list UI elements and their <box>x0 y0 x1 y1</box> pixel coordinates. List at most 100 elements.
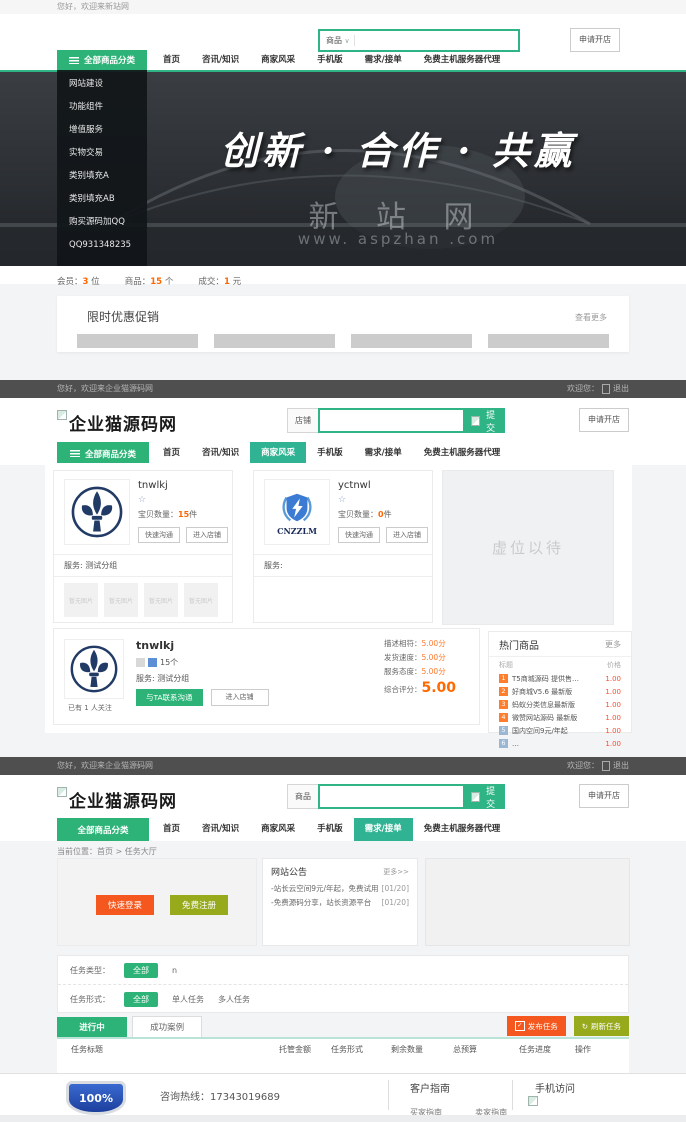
seller-detail-card: 已有 1 人关注 tnwlkj 15个 服务: 测试分组 与TA联系沟通 进入店… <box>53 628 480 725</box>
breadcrumb: 当前位置：首页 > 任务大厅 <box>57 846 157 857</box>
shop-avatar[interactable]: CNZZLM <box>264 479 330 545</box>
seller-avatar[interactable] <box>64 639 124 699</box>
notice-more-link[interactable]: 更多>> <box>383 867 409 877</box>
apply-shop-button[interactable]: 申请开店 <box>570 28 620 52</box>
search-category-select[interactable]: 店铺 <box>287 408 318 433</box>
nav-tab-mobile[interactable]: 手机版 <box>306 50 354 70</box>
refresh-task-button[interactable]: ↻刷新任务 <box>574 1016 629 1036</box>
hot-product-row[interactable]: 5国内空间9元/年起1.00 <box>489 724 631 737</box>
hot-product-row[interactable]: 3蚂蚁分类信息最新版1.00 <box>489 698 631 711</box>
shop-name[interactable]: yctnwl <box>338 480 371 491</box>
hot-product-row[interactable]: 4微赞网站源码 最新版1.00 <box>489 711 631 724</box>
category-item[interactable]: 类别填充A <box>57 165 147 188</box>
enter-shop-button[interactable]: 进入店铺 <box>186 527 228 543</box>
nav-tab-home[interactable]: 首页 <box>152 442 191 465</box>
guarantee-badge: 100% <box>66 1081 126 1115</box>
im-icon-blue[interactable] <box>148 658 157 667</box>
nav-tab-news[interactable]: 咨讯/知识 <box>191 818 250 841</box>
promo-item-placeholder[interactable] <box>214 334 335 348</box>
column-header: 任务形式 <box>331 1044 363 1055</box>
service-group[interactable]: 测试分组 <box>157 674 189 683</box>
breadcrumb-home-link[interactable]: 首页 <box>97 847 113 856</box>
service-group[interactable]: 测试分组 <box>85 561 117 570</box>
thumbnail-placeholder[interactable]: 暂无图片 <box>184 583 218 617</box>
notice-item[interactable]: -站长云空间9元/年起，免费试用[01/20] <box>263 882 417 896</box>
nav-tab-home[interactable]: 首页 <box>152 818 191 841</box>
tab-success-cases[interactable]: 成功案例 <box>132 1016 202 1038</box>
filter-option[interactable]: 多人任务 <box>218 994 250 1005</box>
thumbnail-placeholder[interactable]: 暂无图片 <box>64 583 98 617</box>
publish-task-button[interactable]: ✓发布任务 <box>507 1016 566 1036</box>
star-icon: ☆ <box>338 495 346 505</box>
tab-in-progress[interactable]: 进行中 <box>57 1017 127 1039</box>
enter-shop-button[interactable]: 进入店铺 <box>211 689 269 706</box>
all-categories-button[interactable]: 全部商品分类 <box>57 50 147 70</box>
column-header: 任务进度 <box>519 1044 551 1055</box>
contact-seller-button[interactable]: 与TA联系沟通 <box>136 689 203 706</box>
nav-tab-demand[interactable]: 需求/接单 <box>354 442 413 465</box>
promo-item-placeholder[interactable] <box>351 334 472 348</box>
category-item[interactable]: 功能组件 <box>57 96 147 119</box>
category-item[interactable]: 增值服务 <box>57 119 147 142</box>
search-input[interactable] <box>318 408 465 433</box>
nav-tab-shops[interactable]: 商家风采 <box>250 818 306 841</box>
category-item[interactable]: 网站建设 <box>57 73 147 96</box>
search-category-select[interactable]: 商品 ∨ <box>320 35 355 46</box>
category-item[interactable]: 购买源码加QQ <box>57 211 147 234</box>
filter-all-pill[interactable]: 全部 <box>124 992 158 1007</box>
search-input[interactable] <box>318 784 465 809</box>
hot-product-row[interactable]: 6…1.00 <box>489 737 631 750</box>
search-submit-button[interactable]: 提交 <box>465 408 505 433</box>
nav-tab-agent[interactable]: 免费主机服务器代理 <box>413 818 512 841</box>
all-categories-button[interactable]: 全部商品分类 <box>57 442 149 465</box>
nav-tab-news[interactable]: 咨讯/知识 <box>191 442 250 465</box>
search-category-select[interactable]: 商品 <box>287 784 318 809</box>
quick-login-button[interactable]: 快速登录 <box>96 895 154 915</box>
nav-tab-mobile[interactable]: 手机版 <box>306 442 354 465</box>
nav-tab-demand[interactable]: 需求/接单 <box>354 50 413 70</box>
logout-link[interactable]: 退出 <box>613 384 629 393</box>
enter-shop-button[interactable]: 进入店铺 <box>386 527 428 543</box>
thumbnail-placeholder[interactable]: 暂无图片 <box>104 583 138 617</box>
filter-label: 任务形式： <box>70 994 110 1005</box>
thumbnail-placeholder[interactable]: 暂无图片 <box>144 583 178 617</box>
apply-shop-button[interactable]: 申请开店 <box>579 408 629 432</box>
banner-slogan: 创新 · 合作 · 共赢 <box>150 120 646 175</box>
search-input[interactable] <box>355 32 518 49</box>
stats-bar: 会员：3 位 商品：15 个 成交：1 元 <box>0 266 686 284</box>
all-categories-button[interactable]: 全部商品分类 <box>57 818 149 841</box>
task-actions: ✓发布任务 ↻刷新任务 <box>507 1016 629 1036</box>
search-submit-button[interactable]: 提交 <box>465 784 505 809</box>
promo-item-placeholder[interactable] <box>77 334 198 348</box>
category-item[interactable]: 类别填充AB <box>57 188 147 211</box>
free-register-button[interactable]: 免费注册 <box>170 895 228 915</box>
filter-option[interactable]: n <box>172 966 177 975</box>
nav-tab-home[interactable]: 首页 <box>152 50 191 70</box>
nav-tab-agent[interactable]: 免费主机服务器代理 <box>413 50 512 70</box>
apply-shop-button[interactable]: 申请开店 <box>579 784 629 808</box>
quick-chat-button[interactable]: 快速沟通 <box>338 527 380 543</box>
hot-products-more-link[interactable]: 更多 <box>605 639 621 650</box>
promo-item-placeholder[interactable] <box>488 334 609 348</box>
nav-tab-demand[interactable]: 需求/接单 <box>354 818 413 841</box>
nav-tab-agent[interactable]: 免费主机服务器代理 <box>413 442 512 465</box>
filter-option[interactable]: 单人任务 <box>172 994 204 1005</box>
filter-all-pill[interactable]: 全部 <box>124 963 158 978</box>
nav-tab-shops[interactable]: 商家风采 <box>250 50 306 70</box>
nav-tab-mobile[interactable]: 手机版 <box>306 818 354 841</box>
quick-chat-button[interactable]: 快速沟通 <box>138 527 180 543</box>
promo-more-link[interactable]: 查看更多 <box>575 312 607 323</box>
im-icon-gray[interactable] <box>136 658 145 667</box>
shop-name[interactable]: tnwlkj <box>138 480 168 491</box>
nav-tab-shops[interactable]: 商家风采 <box>250 442 306 465</box>
notice-item[interactable]: -免费源码分享，站长资源平台[01/20] <box>263 896 417 910</box>
logout-link[interactable]: 退出 <box>613 761 629 770</box>
hot-product-row[interactable]: 2好商城V5.6 最新版1.00 <box>489 685 631 698</box>
category-item[interactable]: 实物交易 <box>57 142 147 165</box>
hot-product-row[interactable]: 1T5商城源码 提供售…1.00 <box>489 672 631 685</box>
shop-avatar[interactable] <box>64 479 130 545</box>
category-item[interactable]: QQ931348235 <box>57 234 147 257</box>
nav-tab-news[interactable]: 咨讯/知识 <box>191 50 250 70</box>
site-logo[interactable]: 企业猫源码网 <box>57 410 177 435</box>
site-logo[interactable]: 企业猫源码网 <box>57 787 177 812</box>
